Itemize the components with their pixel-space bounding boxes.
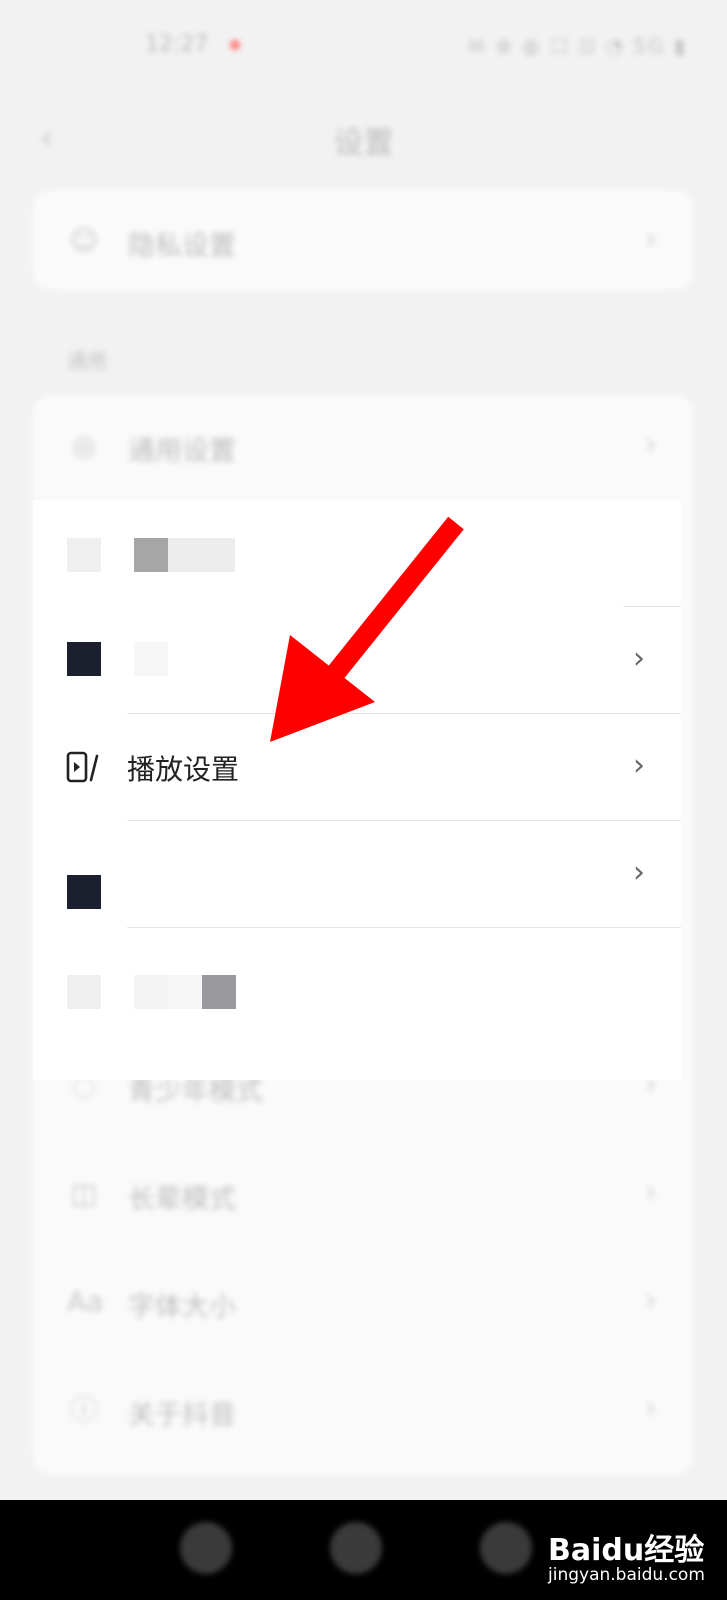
watermark-logo: Baidu经验 — [548, 1533, 705, 1568]
red-arrow-annotation — [270, 516, 464, 742]
home-nav-button[interactable] — [330, 1522, 382, 1574]
watermark-url: jingyan.baidu.com — [548, 1565, 705, 1585]
recent-nav-button[interactable] — [480, 1522, 532, 1574]
back-nav-button[interactable] — [180, 1522, 232, 1574]
